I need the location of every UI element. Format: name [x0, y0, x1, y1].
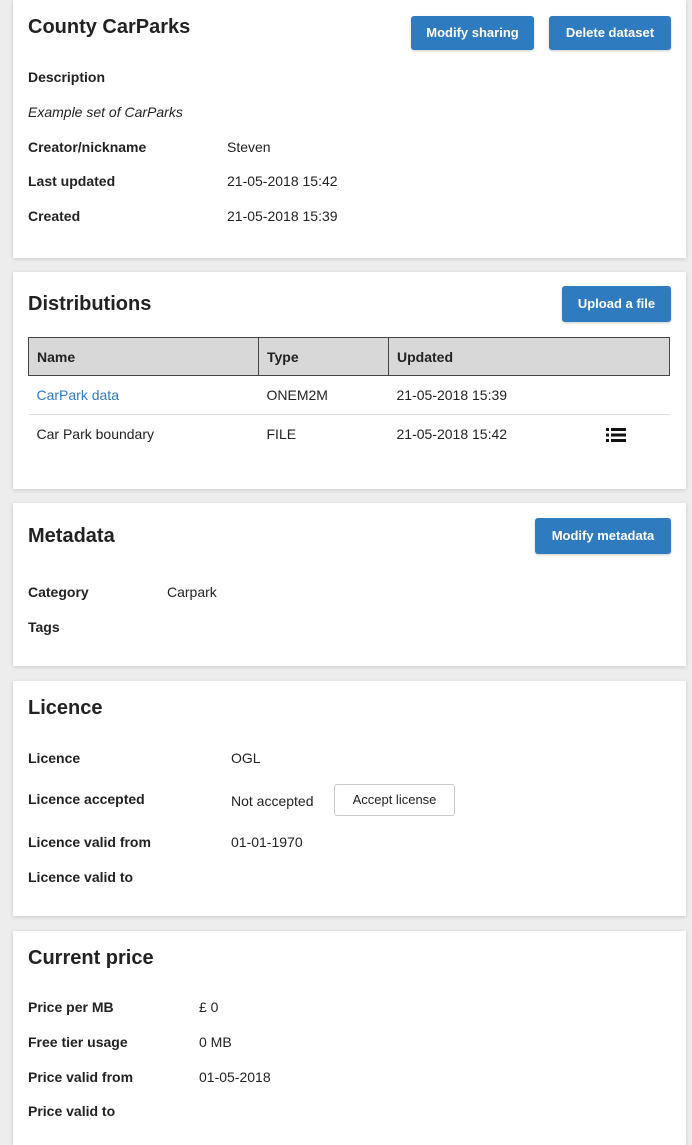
- distributions-card: Distributions Upload a file Name Type Up…: [13, 272, 686, 489]
- column-header-updated: Updated: [388, 337, 670, 376]
- table-cell-type: ONEM2M: [258, 375, 389, 415]
- last-updated-value: 21-05-2018 15:42: [227, 173, 338, 189]
- licence-accepted-label: Licence accepted: [28, 791, 145, 807]
- distributions-table: Name Type Updated CarPark data ONEM2M 21…: [28, 337, 670, 454]
- free-tier-value: 0 MB: [199, 1034, 232, 1050]
- list-icon[interactable]: [605, 427, 626, 443]
- licence-title: Licence: [28, 697, 103, 719]
- tags-label: Tags: [28, 619, 60, 635]
- category-label: Category: [28, 584, 89, 600]
- upload-file-button[interactable]: Upload a file: [562, 286, 671, 322]
- distribution-link-carpark-data[interactable]: CarPark data: [37, 387, 119, 403]
- distributions-title: Distributions: [28, 293, 152, 315]
- last-updated-label: Last updated: [28, 173, 116, 189]
- creator-value: Steven: [227, 139, 271, 155]
- table-row: Car Park boundary FILE 21-05-2018 15:42: [29, 415, 670, 454]
- table-cell-updated: 21-05-2018 15:42: [389, 415, 670, 454]
- licence-accepted-value: Not accepted: [231, 793, 314, 809]
- licence-value: OGL: [231, 750, 261, 766]
- licence-card: Licence Licence OGL Licence accepted Not…: [13, 681, 686, 916]
- table-cell-updated: 21-05-2018 15:39: [388, 375, 670, 415]
- price-per-mb-value: £ 0: [199, 999, 219, 1015]
- price-title: Current price: [28, 947, 154, 969]
- price-valid-from-label: Price valid from: [28, 1069, 134, 1085]
- price-card: Current price Price per MB £ 0 Free tier…: [13, 931, 686, 1145]
- price-valid-from-value: 01-05-2018: [199, 1069, 271, 1085]
- table-cell-name: Car Park boundary: [36, 426, 155, 443]
- metadata-card: Metadata Modify metadata Category Carpar…: [13, 503, 686, 666]
- created-value: 21-05-2018 15:39: [227, 208, 338, 224]
- description-label: Description: [28, 69, 106, 85]
- column-header-type: Type: [258, 337, 389, 376]
- free-tier-label: Free tier usage: [28, 1034, 128, 1050]
- metadata-title: Metadata: [28, 525, 115, 547]
- delete-dataset-button[interactable]: Delete dataset: [549, 16, 671, 50]
- modify-sharing-button[interactable]: Modify sharing: [411, 16, 534, 50]
- category-value: Carpark: [167, 584, 217, 600]
- creator-label: Creator/nickname: [28, 139, 147, 155]
- licence-valid-from-label: Licence valid from: [28, 834, 151, 850]
- price-per-mb-label: Price per MB: [28, 999, 114, 1015]
- modify-metadata-button[interactable]: Modify metadata: [535, 518, 671, 554]
- dataset-title: County CarParks: [28, 16, 191, 38]
- accept-license-button[interactable]: Accept license: [334, 784, 455, 816]
- price-valid-to-label: Price valid to: [28, 1103, 116, 1119]
- table-cell-type: FILE: [266, 426, 297, 443]
- licence-label: Licence: [28, 750, 81, 766]
- column-header-name: Name: [28, 337, 259, 376]
- table-cell-updated-text: 21-05-2018 15:42: [396, 426, 508, 443]
- licence-valid-to-label: Licence valid to: [28, 869, 134, 885]
- table-cell-name: CarPark data: [28, 375, 259, 415]
- table-header-row: Name Type Updated: [28, 337, 670, 376]
- dataset-card: County CarParks Modify sharing Delete da…: [13, 0, 686, 258]
- table-row: CarPark data ONEM2M 21-05-2018 15:39: [28, 375, 670, 415]
- description-text: Example set of CarParks: [28, 104, 183, 120]
- created-label: Created: [28, 208, 81, 224]
- licence-valid-from-value: 01-01-1970: [231, 834, 303, 850]
